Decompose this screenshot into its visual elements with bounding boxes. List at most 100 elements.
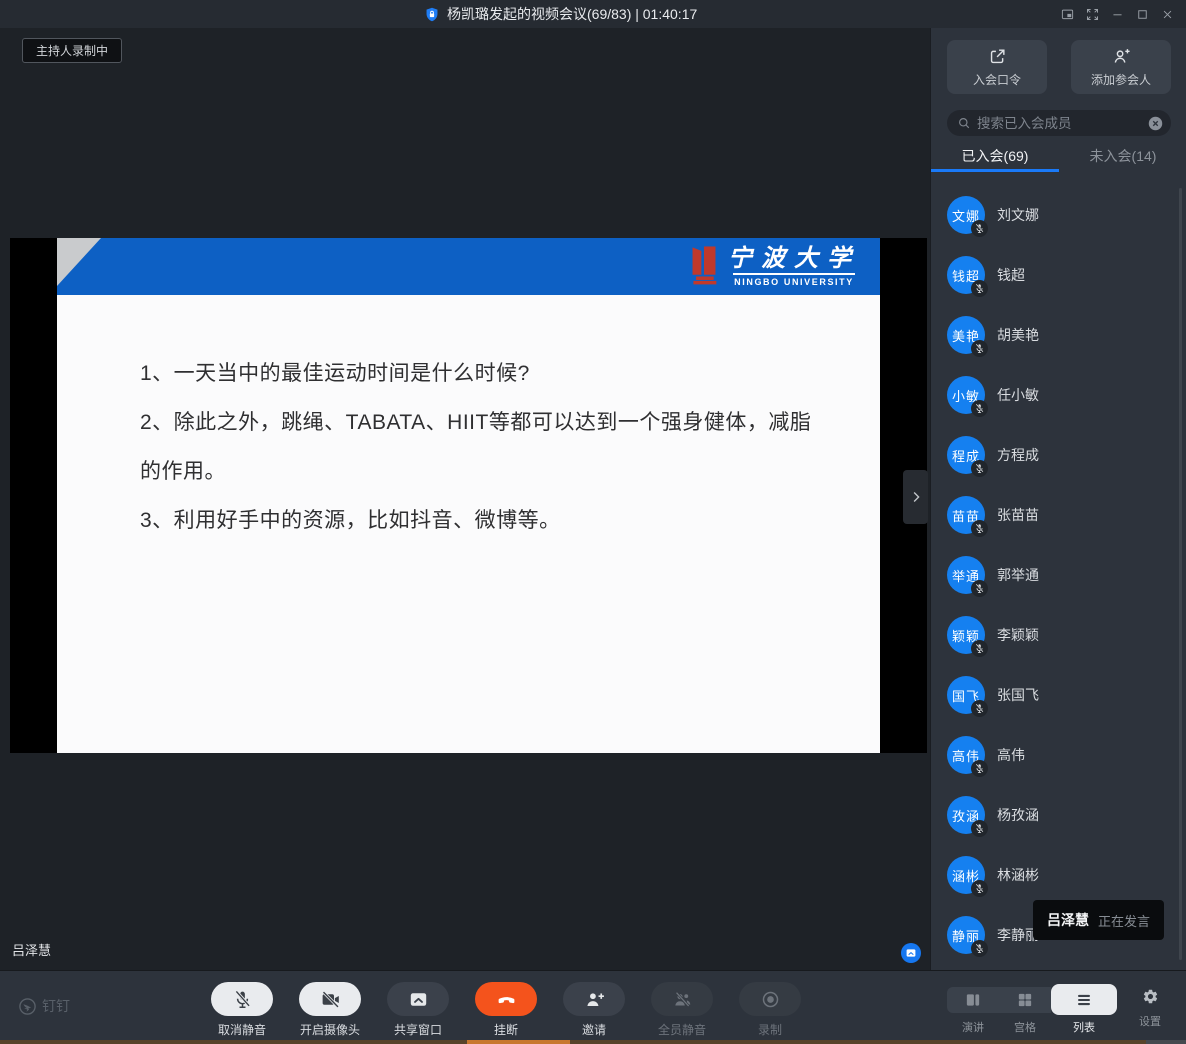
pip-mode-icon[interactable] (1055, 0, 1080, 28)
camera-off-icon (320, 989, 341, 1010)
mic-off-button[interactable]: 取消静音 (198, 982, 286, 1038)
slide-line: 3、利用好手中的资源，比如抖音、微博等。 (140, 496, 850, 545)
member-list-scrollbar[interactable] (1179, 188, 1182, 960)
mic-muted-icon (971, 400, 988, 417)
member-row[interactable]: 钱超 钱超 (931, 245, 1186, 305)
search-input[interactable] (977, 116, 1147, 131)
sidebar-action-add-participant[interactable]: 添加参会人 (1071, 40, 1171, 94)
university-logo: 宁波大学 NINGBO UNIVERSITY (689, 244, 860, 287)
toolbar-button-label: 全员静音 (658, 1021, 706, 1038)
sidebar-action-buttons: 入会口令 添加参会人 (947, 40, 1171, 94)
member-name: 林涵彬 (997, 865, 1039, 885)
share-window-button[interactable]: 共享窗口 (374, 982, 462, 1038)
mic-muted-icon (971, 220, 988, 237)
member-row[interactable]: 举通 郭举通 (931, 545, 1186, 605)
record-button[interactable]: 录制 (726, 982, 814, 1038)
meeting-title-group: 杨凯璐发起的视频会议(69/83) | 01:40:17 (424, 0, 697, 28)
external-link-icon (988, 47, 1007, 66)
member-row[interactable]: 颖颖 李颖颖 (931, 605, 1186, 665)
sidebar-collapse-handle[interactable] (903, 470, 928, 524)
view-speaker-button[interactable]: 演讲 (947, 984, 999, 1035)
meeting-title: 杨凯璐发起的视频会议(69/83) | 01:40:17 (447, 4, 697, 24)
minimize-icon[interactable] (1105, 0, 1130, 28)
member-row[interactable]: 高伟 高伟 (931, 725, 1186, 785)
member-row[interactable]: 孜涵 杨孜涵 (931, 785, 1186, 845)
hangup-icon (496, 989, 517, 1010)
fullscreen-icon[interactable] (1080, 0, 1105, 28)
settings-label: 设置 (1139, 1013, 1161, 1029)
avatar: 孜涵 (947, 796, 985, 834)
avatar: 举通 (947, 556, 985, 594)
member-tabs: 已入会(69) 未入会(14) (931, 140, 1186, 172)
member-name: 张苗苗 (997, 505, 1039, 525)
toolbar-button-pill (299, 982, 361, 1016)
shared-screen-area: 宁波大学 NINGBO UNIVERSITY 1、一天当中的最佳运动时间是什么时… (10, 238, 927, 753)
toolbar-button-pill (563, 982, 625, 1016)
avatar: 小敏 (947, 376, 985, 414)
action-label: 入会口令 (973, 71, 1021, 88)
layout-view-switcher: 演讲 宫格 列表 (947, 984, 1117, 1035)
toolbar-button-label: 录制 (758, 1021, 782, 1038)
member-name: 刘文娜 (997, 205, 1039, 225)
avatar: 美艳 (947, 316, 985, 354)
avatar: 钱超 (947, 256, 985, 294)
member-row[interactable]: 美艳 胡美艳 (931, 305, 1186, 365)
avatar: 国飞 (947, 676, 985, 714)
logo-divider (733, 273, 855, 275)
invite-icon (584, 989, 605, 1010)
avatar: 程成 (947, 436, 985, 474)
avatar: 苗苗 (947, 496, 985, 534)
background-window-strip (0, 1040, 1186, 1044)
member-row[interactable]: 涵彬 林涵彬 (931, 845, 1186, 905)
background-window-strip-end (1146, 1040, 1186, 1044)
chevron-right-icon (907, 488, 925, 506)
camera-off-button[interactable]: 开启摄像头 (286, 982, 374, 1038)
avatar: 颖颖 (947, 616, 985, 654)
invite-button[interactable]: 邀请 (550, 982, 638, 1038)
avatar: 涵彬 (947, 856, 985, 894)
settings-button[interactable]: 设置 (1130, 984, 1170, 1029)
slide-corner-decoration (57, 238, 101, 286)
main-stage: 主持人录制中 宁波大学 NINGBO UNIVERSITY 1、一天当中的最佳运… (0, 28, 930, 970)
toolbar-button-label: 挂断 (494, 1021, 518, 1038)
view-list-button[interactable]: 列表 (1051, 984, 1117, 1035)
member-search-box (947, 110, 1171, 136)
mute-all-button[interactable]: 全员静音 (638, 982, 726, 1038)
hangup-button[interactable]: 挂断 (462, 982, 550, 1038)
members-sidebar: 入会口令 添加参会人 已入会(69) 未入会(14) 文娜 刘文娜 钱超 钱超 … (930, 28, 1186, 970)
member-row[interactable]: 程成 方程成 (931, 425, 1186, 485)
background-window-strip-highlight (467, 1040, 570, 1044)
maximize-icon[interactable] (1130, 0, 1155, 28)
screen-share-indicator-icon (901, 943, 921, 963)
view-grid-icon (1016, 991, 1034, 1009)
tab-joined[interactable]: 已入会(69) (931, 140, 1059, 172)
dingtalk-logo-icon (18, 997, 37, 1016)
slide-line: 的作用。 (140, 447, 850, 496)
view-grid-button[interactable]: 宫格 (999, 984, 1051, 1035)
slide-line: 1、一天当中的最佳运动时间是什么时候? (140, 349, 850, 398)
window-controls (1055, 0, 1180, 28)
member-name: 任小敏 (997, 385, 1039, 405)
mute-all-icon (672, 989, 693, 1010)
member-row[interactable]: 小敏 任小敏 (931, 365, 1186, 425)
member-name: 张国飞 (997, 685, 1039, 705)
toolbar-button-pill (739, 982, 801, 1016)
member-row[interactable]: 文娜 刘文娜 (931, 185, 1186, 245)
mic-muted-icon (971, 460, 988, 477)
view-list-icon (1075, 991, 1093, 1009)
speaking-tooltip: 吕泽慧 正在发言 (1033, 900, 1164, 940)
dingtalk-brand-label: 钉钉 (42, 996, 70, 1016)
member-name: 杨孜涵 (997, 805, 1039, 825)
tab-not-joined[interactable]: 未入会(14) (1059, 140, 1186, 172)
clear-search-icon[interactable] (1147, 115, 1164, 132)
sidebar-action-meeting-code[interactable]: 入会口令 (947, 40, 1047, 94)
close-icon[interactable] (1155, 0, 1180, 28)
mic-muted-icon (971, 820, 988, 837)
member-row[interactable]: 国飞 张国飞 (931, 665, 1186, 725)
member-row[interactable]: 苗苗 张苗苗 (931, 485, 1186, 545)
avatar: 静丽 (947, 916, 985, 954)
share-window-icon (408, 989, 429, 1010)
slide-body: 1、一天当中的最佳运动时间是什么时候?2、除此之外，跳绳、TABATA、HIIT… (57, 295, 880, 753)
call-control-buttons: 取消静音 开启摄像头 共享窗口 挂断 邀请 全员静音 录制 (198, 982, 814, 1038)
current-speaker-name: 吕泽慧 (12, 940, 51, 959)
